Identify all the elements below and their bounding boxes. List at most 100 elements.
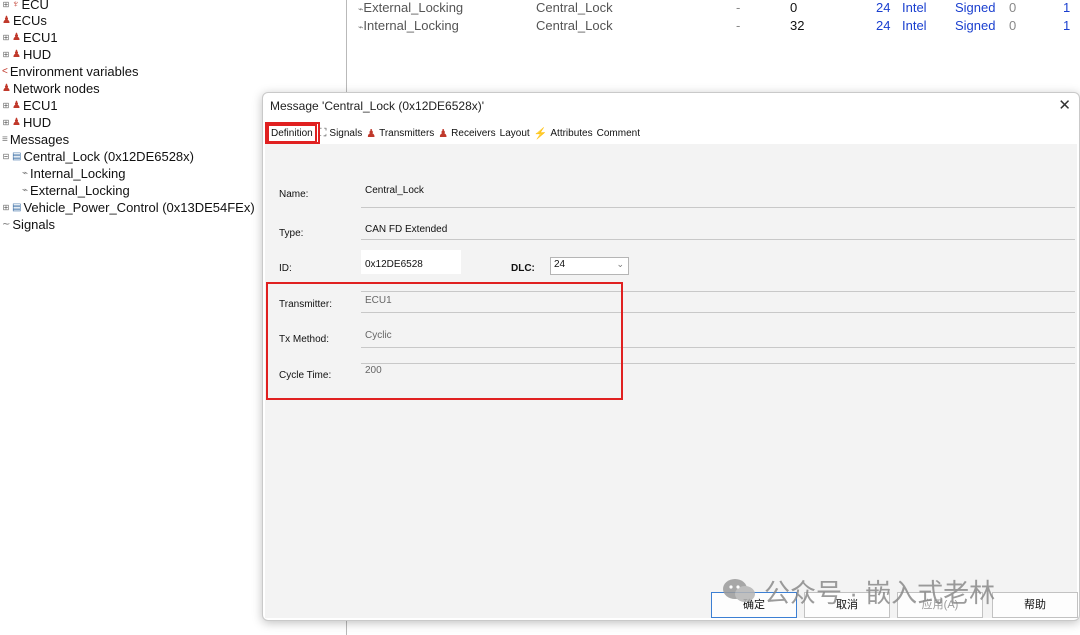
- tab-attributes[interactable]: ⚡ Attributes: [532, 124, 595, 142]
- tree-item-environment-variables[interactable]: < Environment variables: [2, 63, 138, 80]
- id-field[interactable]: 0x12DE6528: [365, 259, 423, 270]
- messages-icon: ≡: [2, 133, 8, 145]
- multiplex-cell: -: [736, 18, 741, 33]
- valuetype-cell: Signed: [955, 0, 996, 15]
- tree-item-label: Vehicle_Power_Control (0x13DE54FEx): [23, 200, 255, 215]
- tab-label: Receivers: [451, 127, 496, 139]
- signal-icon: ⌁: [22, 167, 29, 179]
- tree-item-internal-locking[interactable]: ⌁ Internal_Locking: [22, 165, 125, 182]
- type-label: Type:: [279, 228, 304, 239]
- startbit-cell: 0: [790, 0, 798, 15]
- tree-item-label: Central_Lock (0x12DE6528x): [23, 149, 194, 164]
- message-cell: Central_Lock: [536, 18, 613, 33]
- help-button[interactable]: 帮助: [992, 592, 1078, 618]
- message-dialog: Message 'Central_Lock (0x12DE6528x)' ✕ D…: [262, 92, 1080, 621]
- signal-name: ⌁External_Locking: [358, 0, 464, 15]
- tree-item-ecu1[interactable]: ⊞ ♟ ECU1: [2, 29, 58, 46]
- tree-item-label: ECU1: [22, 98, 58, 113]
- initial-value-cell: 0: [1009, 0, 1017, 15]
- byteorder-cell: Intel: [902, 0, 927, 15]
- signal-name: ⌁Internal_Locking: [358, 18, 459, 33]
- tree-item-external-locking[interactable]: ⌁ External_Locking: [22, 182, 130, 199]
- tree-item-network-hud[interactable]: ⊞ ♟ HUD: [2, 114, 52, 131]
- node-icon: ♟: [12, 99, 21, 111]
- tree-item-messages[interactable]: ≡ Messages: [2, 131, 69, 148]
- tree-item-label: ECUs: [12, 13, 47, 28]
- chevron-down-icon: ⌄: [616, 259, 624, 269]
- tab-label: Signals: [329, 127, 363, 139]
- tree-item-label: External_Locking: [30, 183, 130, 198]
- tree-item-hud[interactable]: ⊞ ♟ HUD: [2, 46, 52, 63]
- ecu-icon: ♆: [12, 0, 20, 10]
- tree-item-label: Environment variables: [9, 64, 139, 79]
- byteorder-cell: Intel: [902, 18, 927, 33]
- env-var-icon: <: [2, 65, 8, 77]
- tree-item-label: Signals: [12, 217, 56, 232]
- tree-item-label: ECU1: [22, 30, 58, 45]
- expand-icon[interactable]: ⊞: [2, 0, 10, 9]
- definition-panel: Name: Central_Lock Type: CAN FD Extended…: [265, 144, 1078, 618]
- startbit-cell: 32: [790, 18, 805, 33]
- tab-comment[interactable]: Comment: [595, 124, 642, 142]
- length-cell: 24: [876, 0, 891, 15]
- dialog-title: Message 'Central_Lock (0x12DE6528x)': [270, 99, 485, 113]
- tree-item-label: Messages: [9, 132, 70, 147]
- tree-item-ecus[interactable]: ♟ ECUs: [2, 12, 47, 29]
- watermark: 公众号 · 嵌入式老林: [722, 573, 995, 609]
- tree-item-network-ecu1[interactable]: ⊞ ♟ ECU1: [2, 97, 58, 114]
- tab-transmitters[interactable]: ♟ Transmitters: [364, 124, 436, 142]
- tree-item-vehicle-power-control[interactable]: ⊞ ▤ Vehicle_Power_Control (0x13DE54FEx): [2, 199, 255, 216]
- tab-receivers[interactable]: ♟ Receivers: [436, 124, 497, 142]
- valuetype-cell: Signed: [955, 18, 996, 33]
- expand-icon[interactable]: ⊞: [2, 33, 10, 42]
- node-icon: ♟: [12, 116, 21, 128]
- tab-label: Layout: [499, 127, 530, 139]
- watermark-text: 公众号 · 嵌入式老林: [764, 577, 996, 608]
- tree-item-label: HUD: [22, 115, 52, 130]
- dlc-value: 24: [554, 259, 566, 270]
- signals-icon: ∼: [2, 218, 11, 230]
- expand-icon[interactable]: ⊞: [2, 118, 10, 127]
- divider: [361, 239, 1075, 240]
- tab-label: Transmitters: [379, 127, 435, 139]
- attribute-icon: ⚡: [533, 127, 548, 140]
- tree-item-label: HUD: [22, 47, 52, 62]
- tab-bar: Definition ⛶ Signals ♟ Transmitters ♟ Re…: [267, 123, 642, 143]
- name-field[interactable]: Central_Lock: [365, 185, 424, 196]
- highlight-box: [266, 282, 623, 400]
- node-icon: ♟: [2, 14, 11, 26]
- dlc-select[interactable]: 24 ⌄: [550, 257, 629, 275]
- tab-label: Comment: [596, 127, 640, 139]
- factor-cell: 1: [1063, 0, 1071, 15]
- tab-layout[interactable]: Layout: [498, 124, 532, 142]
- message-icon: ▤: [12, 201, 22, 213]
- message-cell: Central_Lock: [536, 0, 613, 15]
- factor-cell: 1: [1063, 18, 1071, 33]
- signal-icon: ⌁: [22, 184, 29, 196]
- tree-item-signals[interactable]: ∼ Signals: [2, 216, 55, 233]
- collapse-icon[interactable]: ⊟: [2, 152, 10, 161]
- message-icon: ▤: [12, 150, 22, 162]
- close-icon[interactable]: ✕: [1058, 96, 1071, 114]
- node-icon: ♟: [438, 127, 449, 140]
- tree-item-label: Network nodes: [12, 81, 100, 96]
- type-field[interactable]: CAN FD Extended: [365, 224, 447, 235]
- signals-icon: ⛶: [318, 126, 327, 139]
- wechat-icon: [722, 577, 756, 605]
- node-icon: ♟: [12, 31, 21, 43]
- node-icon: ♟: [2, 82, 11, 94]
- tree-item-network-nodes[interactable]: ♟ Network nodes: [2, 80, 100, 97]
- divider: [361, 207, 1075, 208]
- node-icon: ♟: [12, 48, 21, 60]
- tree-item-central-lock[interactable]: ⊟ ▤ Central_Lock (0x12DE6528x): [2, 148, 194, 165]
- id-label: ID:: [279, 263, 292, 274]
- expand-icon[interactable]: ⊞: [2, 203, 10, 212]
- tab-definition[interactable]: Definition: [267, 123, 317, 143]
- expand-icon[interactable]: ⊞: [2, 50, 10, 59]
- tab-signals[interactable]: ⛶ Signals: [317, 124, 365, 142]
- tab-label: Attributes: [550, 127, 593, 139]
- dlc-label: DLC:: [511, 263, 535, 274]
- expand-icon[interactable]: ⊞: [2, 101, 10, 110]
- initial-value-cell: 0: [1009, 18, 1017, 33]
- tree-item-label: Internal_Locking: [30, 166, 126, 181]
